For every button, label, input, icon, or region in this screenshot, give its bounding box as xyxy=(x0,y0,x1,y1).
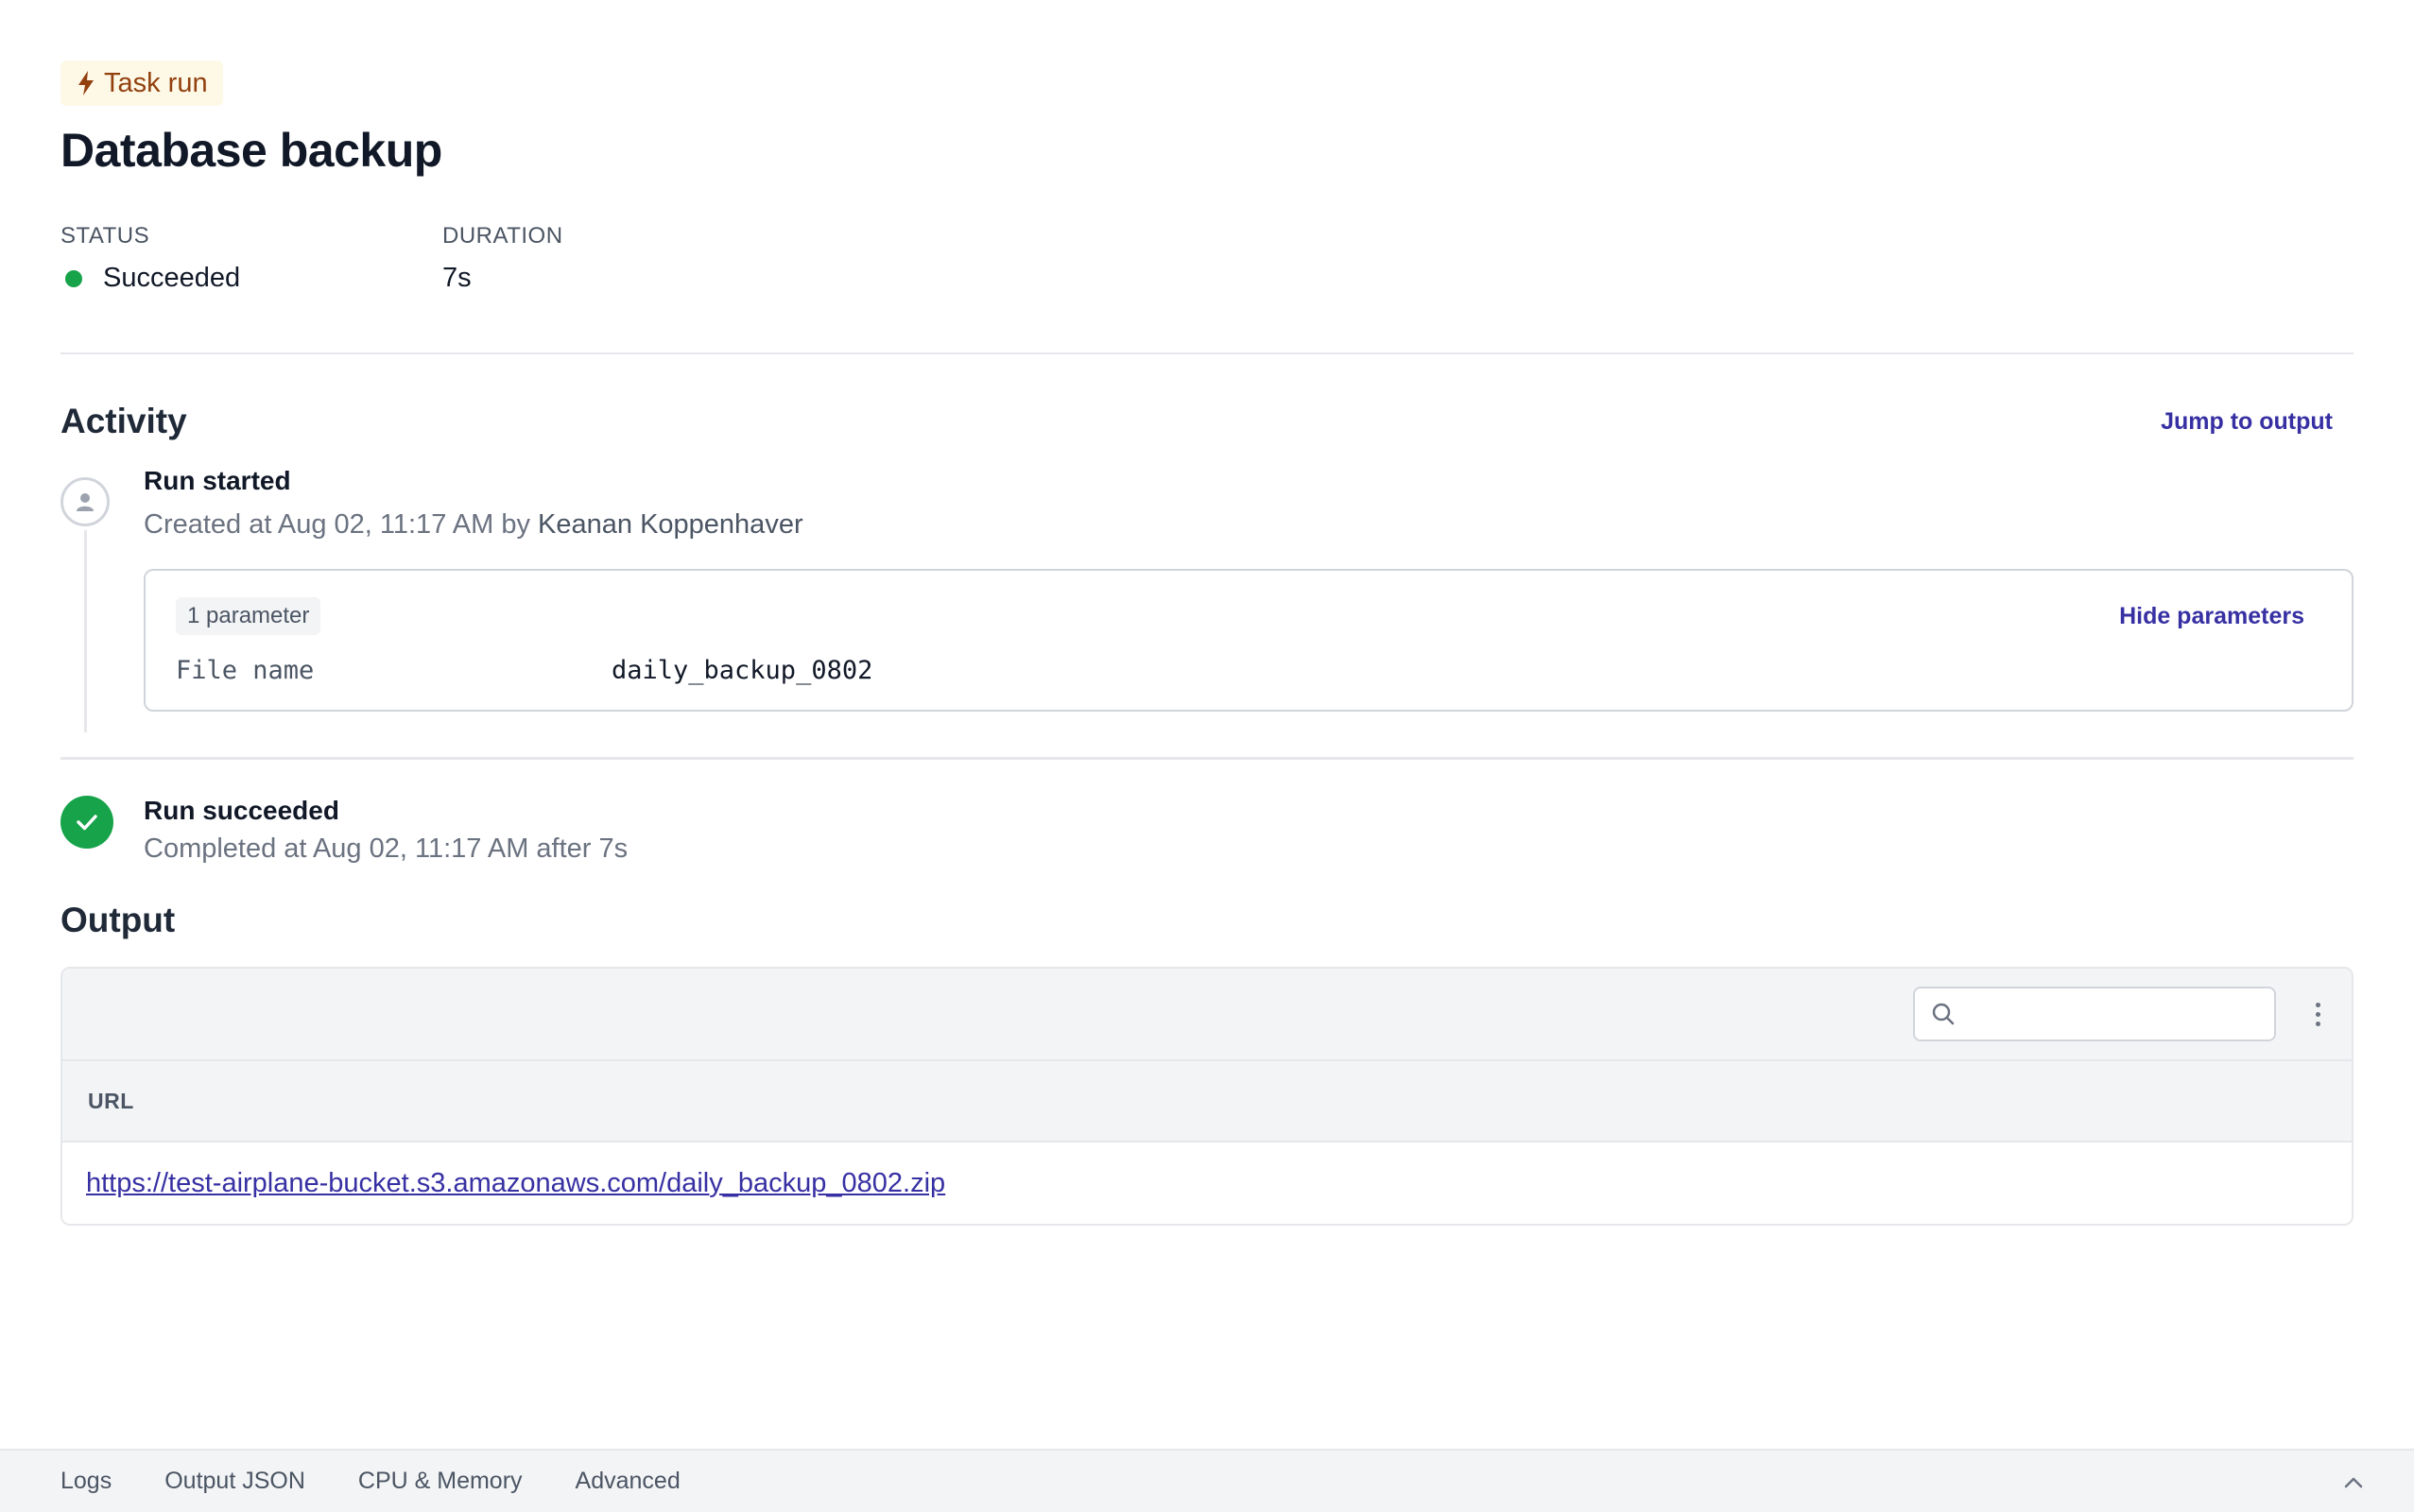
tab-cpu-memory[interactable]: CPU & Memory xyxy=(358,1468,523,1495)
duration-block: DURATION 7s xyxy=(442,223,824,294)
tab-advanced[interactable]: Advanced xyxy=(576,1468,681,1495)
bottom-panel-bar: Logs Output JSON CPU & Memory Advanced xyxy=(0,1449,2414,1512)
badge-label: Task run xyxy=(104,67,208,98)
parameter-key: File name xyxy=(176,656,315,685)
duration-label: DURATION xyxy=(442,223,563,249)
table-search xyxy=(1913,987,2276,1041)
activity-header: Activity Jump to output xyxy=(60,402,2354,441)
timeline-item-run-succeeded: Run succeeded Completed at Aug 02, 11:17… xyxy=(60,796,2354,865)
duration-value: 7s xyxy=(442,263,472,293)
jump-to-output-link[interactable]: Jump to output xyxy=(2161,408,2333,436)
run-meta: STATUS Succeeded DURATION 7s xyxy=(60,223,2354,294)
status-block: STATUS Succeeded xyxy=(60,223,442,294)
run-succeeded-subtitle: Completed at Aug 02, 11:17 AM after 7s xyxy=(144,833,629,864)
table-toolbar xyxy=(62,969,2352,1061)
parameter-count-badge: 1 parameter xyxy=(176,597,321,635)
status-value: Succeeded xyxy=(60,263,442,294)
user-avatar-icon xyxy=(60,477,110,526)
activity-timeline: Run started Created at Aug 02, 11:17 AM … xyxy=(60,466,2354,865)
parameters-header: 1 parameter Hide parameters xyxy=(176,597,2304,635)
timeline-item-run-started: Run started Created at Aug 02, 11:17 AM … xyxy=(60,466,2354,732)
parameter-value: daily_backup_0802 xyxy=(612,656,873,685)
search-input[interactable] xyxy=(1966,998,2253,1030)
section-divider xyxy=(60,352,2354,354)
run-started-title: Run started xyxy=(144,466,291,495)
check-circle-icon xyxy=(60,796,113,849)
tab-logs[interactable]: Logs xyxy=(60,1468,112,1495)
status-label: STATUS xyxy=(60,223,150,249)
main-content: Task run Database backup STATUS Succeede… xyxy=(60,60,2354,1226)
parameters-panel: 1 parameter Hide parameters File name da… xyxy=(144,569,2354,712)
table-row: https://test-airplane-bucket.s3.amazonaw… xyxy=(62,1143,2352,1224)
status-dot-icon xyxy=(65,269,82,287)
run-started-user: Keanan Koppenhaver xyxy=(538,509,803,540)
task-run-page: Task run Database backup STATUS Succeede… xyxy=(0,0,2414,1512)
activity-title: Activity xyxy=(60,402,187,440)
status-text: Succeeded xyxy=(103,263,241,293)
more-options-icon[interactable] xyxy=(2312,1002,2323,1026)
parameter-row: File name daily_backup_0802 xyxy=(176,656,2304,685)
page-title: Database backup xyxy=(60,124,442,177)
timeline-connector xyxy=(84,530,87,732)
tab-output-json[interactable]: Output JSON xyxy=(164,1468,305,1495)
output-table: URL https://test-airplane-bucket.s3.amaz… xyxy=(60,967,2354,1226)
table-header-url[interactable]: URL xyxy=(62,1061,2352,1143)
output-title: Output xyxy=(60,901,176,939)
run-started-subtitle: Created at Aug 02, 11:17 AM by Keanan Ko… xyxy=(144,509,2354,541)
chevron-up-icon[interactable] xyxy=(2340,1469,2367,1496)
run-succeeded-title: Run succeeded xyxy=(144,796,339,825)
task-run-badge: Task run xyxy=(60,60,223,106)
output-url-link[interactable]: https://test-airplane-bucket.s3.amazonaw… xyxy=(86,1168,945,1199)
search-icon xyxy=(1932,1003,1955,1025)
lightning-icon xyxy=(78,71,94,95)
hide-parameters-button[interactable]: Hide parameters xyxy=(2119,603,2304,630)
run-started-created-at: Created at Aug 02, 11:17 AM by xyxy=(144,509,539,540)
timeline-separator xyxy=(60,757,2354,760)
